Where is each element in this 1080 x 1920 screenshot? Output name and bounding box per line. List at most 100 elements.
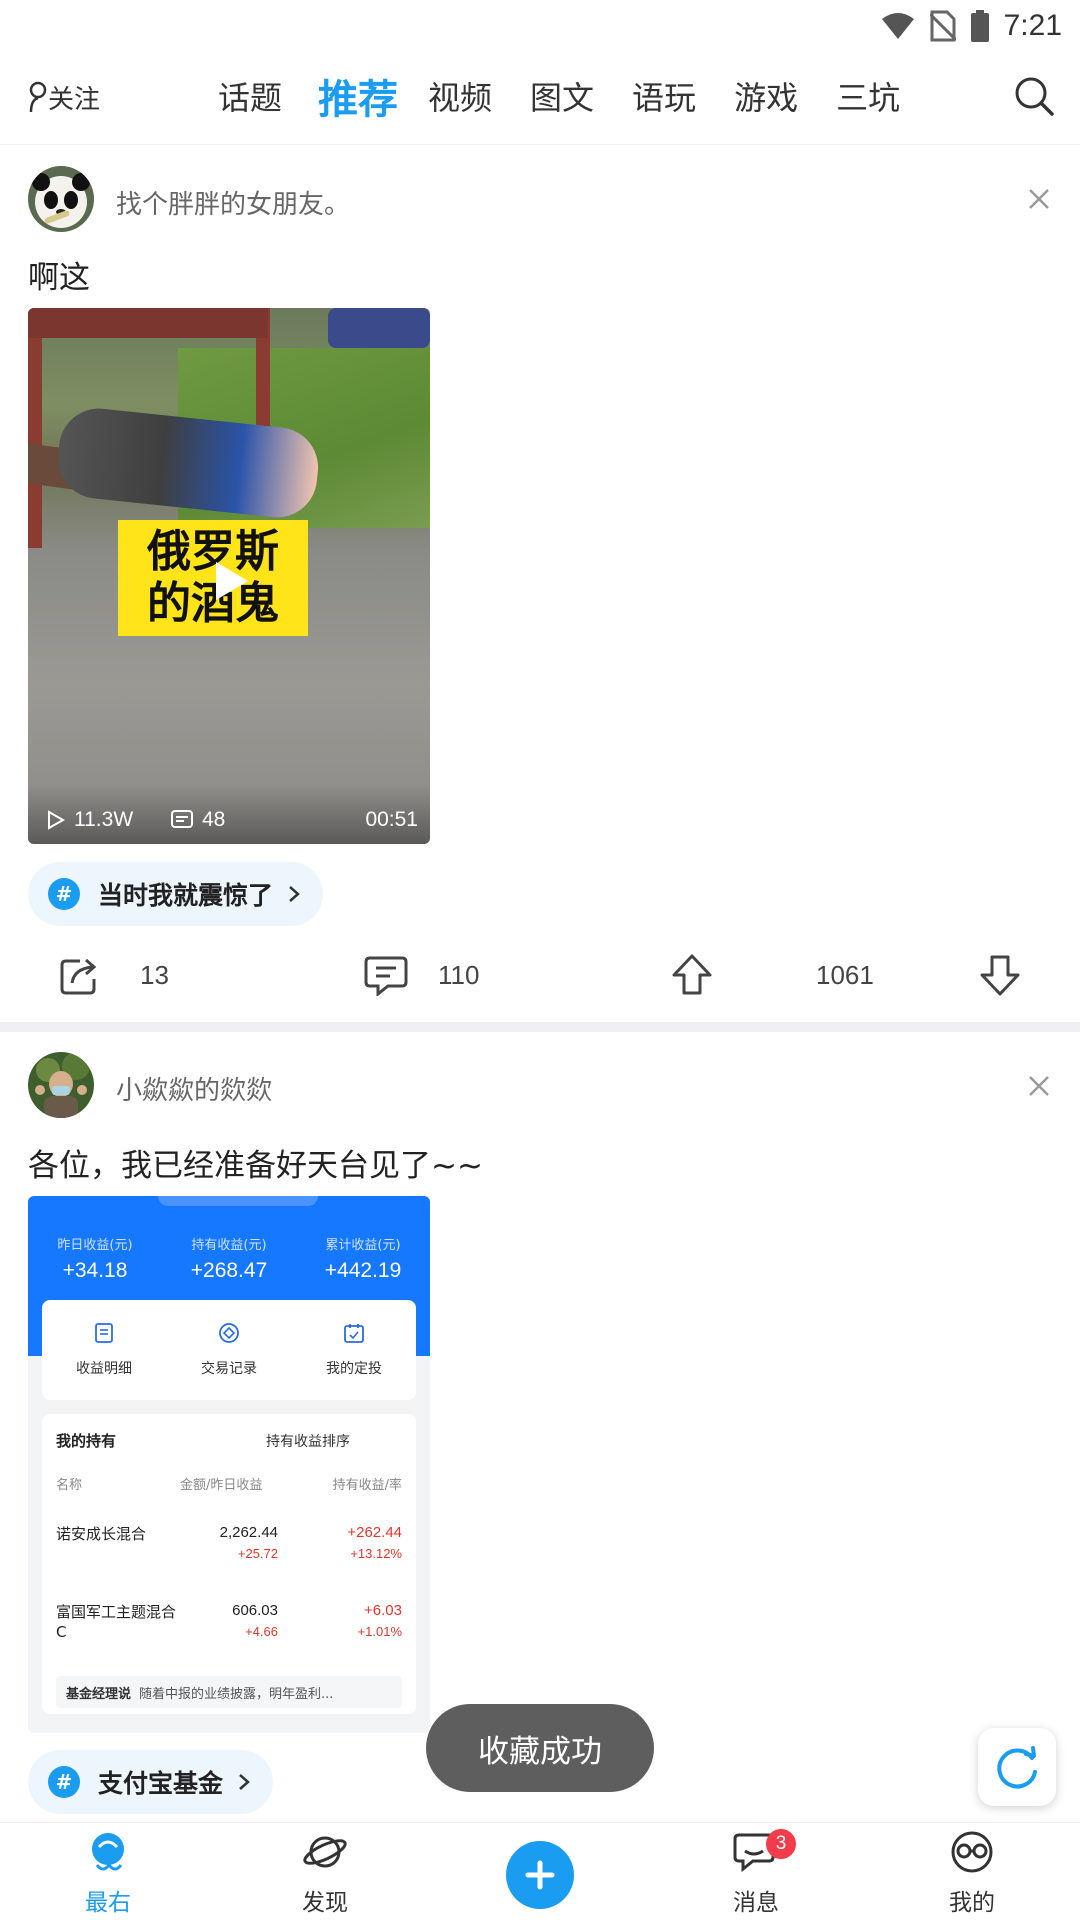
video-meta-bar: 11.3W 48 00:51 xyxy=(28,784,430,844)
fund-screenshot: 昨日收益(元) +34.18 持有收益(元) +268.47 累计收益(元) +… xyxy=(28,1196,430,1733)
topic-chip[interactable]: # 当时我就震惊了 xyxy=(28,862,324,926)
nav-divider xyxy=(0,144,1080,145)
document-icon xyxy=(95,1323,113,1343)
tab-games[interactable]: 游戏 xyxy=(734,73,798,119)
app-screen: 7:21 关注 话题 推荐 视频 图文 语玩 游戏 三坑 找个胖胖的女朋友。 啊… xyxy=(0,0,1080,1920)
col-amount: 金额/昨日收益 xyxy=(180,1478,263,1493)
no-sim-icon xyxy=(929,10,956,42)
manager-note: 基金经理说 随着中报的业绩披露，明年盈利... xyxy=(56,1676,402,1708)
holding-name: 富国军工主题混合C xyxy=(56,1603,177,1641)
tab-image-text[interactable]: 图文 xyxy=(530,73,594,119)
fund-quick-label: 交易记录 xyxy=(201,1361,257,1377)
holding-yesterday: +4.66 xyxy=(245,1624,278,1639)
fund-stat: 累计收益(元) +442.19 xyxy=(296,1234,430,1283)
fund-pill xyxy=(158,1196,318,1206)
post-author[interactable]: 找个胖胖的女朋友。 xyxy=(116,184,350,221)
nav-messages[interactable]: 3 消息 xyxy=(706,1829,806,1917)
post-author[interactable]: 小歘歘的欻欻 xyxy=(116,1070,272,1107)
fund-quick-label: 我的定投 xyxy=(326,1361,382,1377)
play-icon[interactable] xyxy=(204,556,254,606)
planet-icon xyxy=(303,1836,347,1868)
search-icon[interactable] xyxy=(1012,74,1056,118)
nav-discover[interactable]: 发现 xyxy=(275,1829,375,1917)
fund-stat: 持有收益(元) +268.47 xyxy=(162,1234,296,1283)
refresh-icon xyxy=(997,1746,1037,1789)
video-pole xyxy=(28,308,42,548)
downvote-button[interactable] xyxy=(978,940,1022,1010)
calendar-icon xyxy=(344,1324,364,1343)
video-comments: 48 xyxy=(170,808,225,832)
share-button[interactable]: 13 xyxy=(58,940,169,1010)
follow-label: 关注 xyxy=(48,84,101,115)
nav-label: 最右 xyxy=(85,1890,131,1916)
thumb-up-arrow-icon xyxy=(672,954,712,995)
battery-icon xyxy=(970,10,989,42)
chevron-right-icon xyxy=(289,886,300,902)
tab-sankeng[interactable]: 三坑 xyxy=(836,73,900,119)
close-icon[interactable] xyxy=(1024,184,1054,214)
topic-label: 当时我就震惊了 xyxy=(98,881,274,910)
duration-text: 00:51 xyxy=(365,808,418,831)
holding-rate: +1.01% xyxy=(357,1624,402,1639)
close-icon[interactable] xyxy=(1024,1071,1054,1101)
create-post-button[interactable] xyxy=(506,1841,574,1909)
nav-label: 消息 xyxy=(733,1890,779,1916)
glasses-face-icon xyxy=(951,1831,993,1873)
plus-icon xyxy=(525,1860,555,1890)
tab-voice-play[interactable]: 语玩 xyxy=(632,73,696,119)
fund-stat: 昨日收益(元) +34.18 xyxy=(28,1234,162,1283)
status-time: 7:21 xyxy=(1003,9,1062,42)
zuiyou-logo-icon xyxy=(92,1833,124,1871)
chevron-right-icon xyxy=(239,1774,250,1790)
video-car xyxy=(328,308,430,348)
danmaku-count: 48 xyxy=(202,808,226,831)
tab-topics[interactable]: 话题 xyxy=(218,73,282,119)
video-thumbnail[interactable]: 俄罗斯 的酒鬼 11.3W 48 00:51 xyxy=(28,308,430,844)
comment-button[interactable]: 110 xyxy=(364,940,479,1010)
nav-label: 发现 xyxy=(302,1890,348,1916)
holding-yesterday: +25.72 xyxy=(237,1546,278,1561)
post-actions: 13 110 1061 xyxy=(0,940,1080,1010)
holding-amount: 606.03 xyxy=(232,1602,278,1619)
top-tabs: 话题 推荐 视频 图文 语玩 游戏 三坑 xyxy=(218,66,900,126)
post-text[interactable]: 啊这 xyxy=(28,252,90,297)
avatar[interactable] xyxy=(28,166,94,232)
post-text[interactable]: 各位，我已经准备好天台见了~~ xyxy=(28,1140,483,1185)
refresh-button[interactable] xyxy=(978,1728,1056,1806)
fund-quick-link: 交易记录 xyxy=(167,1322,291,1378)
holding-amount: 2,262.44 xyxy=(219,1524,278,1541)
panda-avatar-image xyxy=(28,166,94,232)
holdings-title: 我的持有 xyxy=(56,1432,117,1450)
manager-note-title: 基金经理说 xyxy=(66,1686,132,1702)
fund-stat-label: 累计收益(元) xyxy=(325,1238,401,1253)
topic-chip[interactable]: # 支付宝基金 xyxy=(28,1750,274,1814)
fund-quick-link: 收益明细 xyxy=(42,1322,166,1378)
video-scene: 俄罗斯 的酒鬼 11.3W 48 00:51 xyxy=(28,308,430,844)
avatar[interactable] xyxy=(28,1052,94,1118)
play-count: 11.3W xyxy=(74,808,134,831)
nav-home[interactable]: 最右 xyxy=(58,1829,158,1917)
tab-recommend[interactable]: 推荐 xyxy=(318,67,398,125)
status-bar: 7:21 xyxy=(0,0,1080,50)
upvote-button[interactable] xyxy=(670,940,714,1010)
follow-button[interactable]: 关注 xyxy=(28,72,100,122)
fund-holdings: 我的持有 持有收益排序 名称 金额/昨日收益 持有收益/率 诺安成长混合 2,2… xyxy=(42,1414,416,1714)
video-shelter-roof xyxy=(28,308,268,338)
transaction-icon xyxy=(219,1323,239,1343)
tab-video[interactable]: 视频 xyxy=(428,73,492,119)
fund-stat-label: 昨日收益(元) xyxy=(57,1238,133,1253)
share-count: 13 xyxy=(140,959,169,990)
status-icons: 7:21 xyxy=(880,6,1062,46)
fund-stat-value: +268.47 xyxy=(190,1259,268,1282)
fund-quick-label: 收益明细 xyxy=(76,1361,132,1377)
bottom-nav: 最右 发现 3 消息 我的 xyxy=(0,1822,1080,1920)
holding-rate: +13.12% xyxy=(350,1546,402,1561)
thumb-down-arrow-icon xyxy=(980,955,1020,996)
toast-message: 收藏成功 xyxy=(426,1704,654,1792)
video-duration: 00:51 xyxy=(365,808,418,832)
like-count: 1061 xyxy=(816,959,874,990)
holding-gain: +6.03 xyxy=(364,1602,402,1619)
nav-profile[interactable]: 我的 xyxy=(922,1829,1022,1917)
manager-note-text: 随着中报的业绩披露，明年盈利... xyxy=(139,1686,334,1702)
image-attachment[interactable]: 昨日收益(元) +34.18 持有收益(元) +268.47 累计收益(元) +… xyxy=(28,1196,430,1733)
